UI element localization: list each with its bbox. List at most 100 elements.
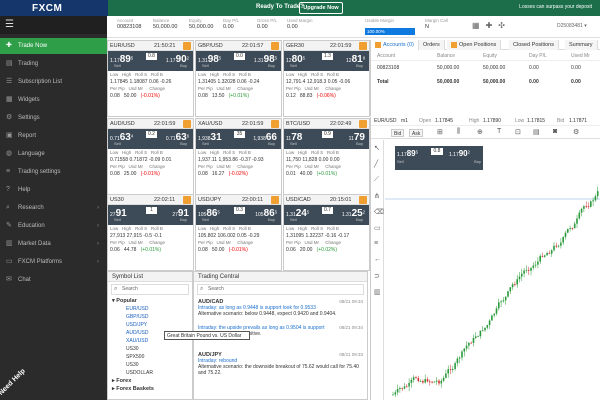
hamburger-icon[interactable]: ☰ bbox=[5, 19, 14, 30]
symbol-list-item[interactable]: USD/JPY bbox=[108, 321, 192, 329]
settings-icon[interactable]: ⚙ bbox=[573, 128, 579, 136]
tab-closed-positions[interactable]: Closed Positions bbox=[509, 40, 559, 50]
indicator-icon[interactable]: ⊕ bbox=[477, 128, 483, 136]
sidebar-item-fxcm-platforms[interactable]: ▭ FXCM Platforms › bbox=[0, 254, 107, 270]
tc-item[interactable]: AUD/JPY 08/21 09:33 Intraday: rebound Al… bbox=[198, 352, 363, 376]
tile-menu-icon[interactable] bbox=[183, 42, 191, 50]
sidebar-item-trading-settings[interactable]: ≡ Trading settings bbox=[0, 164, 107, 180]
table-row[interactable]: 00823108 50,000.00 50,000.00 0.00 0.00 bbox=[371, 63, 600, 73]
sell-button[interactable]: Sell bbox=[114, 217, 121, 222]
symbol-list-item[interactable]: SPX500 bbox=[108, 353, 192, 361]
sell-button[interactable]: Sell bbox=[202, 63, 209, 68]
add-icon[interactable]: ✚ bbox=[486, 21, 499, 30]
tile-symbol[interactable]: XAU/USD bbox=[198, 121, 222, 127]
symbol-list-item[interactable]: US30 bbox=[108, 345, 192, 353]
sell-button[interactable]: Sell bbox=[290, 63, 297, 68]
measure-icon[interactable]: ≡ bbox=[374, 240, 378, 247]
menu-toggle[interactable]: ☰ bbox=[0, 16, 107, 34]
template-icon[interactable]: ▤ bbox=[533, 128, 540, 136]
candlestick-chart[interactable] bbox=[385, 140, 600, 400]
tile-menu-icon[interactable] bbox=[183, 120, 191, 128]
trash-icon[interactable]: ▥ bbox=[374, 288, 381, 296]
tile-symbol[interactable]: US30 bbox=[110, 197, 124, 203]
candle-icon[interactable]: ⫼ bbox=[457, 128, 460, 136]
arrow-icon[interactable]: ← bbox=[374, 256, 381, 263]
tile-menu-icon[interactable] bbox=[183, 196, 191, 204]
tile-symbol[interactable]: EUR/USD bbox=[110, 43, 135, 49]
sidebar-item-widgets[interactable]: ▦ Widgets bbox=[0, 92, 107, 108]
eraser-icon[interactable]: ⌫ bbox=[374, 208, 384, 216]
symbol-list-item[interactable]: US30 bbox=[108, 361, 192, 369]
tile-symbol[interactable]: GBP/USD bbox=[198, 43, 223, 49]
sidebar-item-research[interactable]: ⌕ Research › bbox=[0, 200, 107, 216]
buy-button[interactable]: Buy bbox=[356, 63, 363, 68]
buy-button[interactable]: Buy bbox=[356, 217, 363, 222]
tile-symbol[interactable]: BTC/USD bbox=[286, 121, 310, 127]
chart-timeframe[interactable]: m1 bbox=[401, 117, 408, 126]
sell-button[interactable]: Sell bbox=[202, 217, 209, 222]
group-forex-baskets[interactable]: ▸ Forex Baskets bbox=[108, 385, 192, 393]
sell-button[interactable]: Sell bbox=[202, 141, 209, 146]
need-help-button[interactable]: Need Help bbox=[0, 362, 32, 397]
cursor-icon[interactable]: ↖ bbox=[374, 144, 380, 152]
tile-symbol[interactable]: USD/JPY bbox=[198, 197, 221, 203]
sidebar-item-education[interactable]: ✎ Education › bbox=[0, 218, 107, 234]
buy-button[interactable]: Buy bbox=[180, 141, 187, 146]
buy-button[interactable]: Buy bbox=[268, 217, 275, 222]
tc-item[interactable]: AUD/CAD 08/21 09:34 Intraday: as long as… bbox=[198, 299, 363, 317]
tab-summary[interactable]: Summary bbox=[565, 40, 598, 50]
chart-symbol[interactable]: EUR/USD bbox=[374, 117, 397, 126]
tile-menu-icon[interactable] bbox=[271, 196, 279, 204]
bid-button[interactable]: Bid bbox=[391, 129, 405, 137]
symbol-search-input[interactable]: ⌕ Search bbox=[111, 284, 189, 295]
line-icon[interactable]: ╱ bbox=[374, 160, 378, 168]
sell-button[interactable]: Sell bbox=[290, 217, 297, 222]
grid-icon[interactable]: ▦ bbox=[472, 21, 486, 30]
upgrade-now-button[interactable]: Upgrade Now bbox=[299, 2, 343, 14]
fork-icon[interactable]: ⋔ bbox=[374, 192, 380, 200]
sidebar-item-chat[interactable]: ✉ Chat bbox=[0, 272, 107, 288]
sidebar-item-help[interactable]: ? Help bbox=[0, 182, 107, 198]
sidebar-item-market-data[interactable]: ▥ Market Data › bbox=[0, 236, 107, 252]
tab-orders[interactable]: Orders bbox=[419, 40, 445, 50]
group-popular[interactable]: ▾ Popular bbox=[108, 297, 192, 305]
symbol-list-item[interactable]: EUR/USD bbox=[108, 305, 192, 313]
sidebar-item-settings[interactable]: ⚙ Settings bbox=[0, 110, 107, 126]
tile-menu-icon[interactable] bbox=[271, 42, 279, 50]
tile-menu-icon[interactable] bbox=[359, 120, 367, 128]
tab-accounts[interactable]: Accounts (0) bbox=[371, 40, 419, 50]
group-forex[interactable]: ▸ Forex bbox=[108, 377, 192, 385]
move-icon[interactable]: ✣ bbox=[498, 21, 511, 30]
magnet-icon[interactable]: ⊃ bbox=[374, 272, 380, 280]
buy-button[interactable]: Buy bbox=[180, 63, 187, 68]
bar-chart-icon[interactable]: ⊞ bbox=[437, 128, 443, 136]
ask-button[interactable]: Ask bbox=[409, 129, 424, 137]
account-dropdown[interactable]: D25083481 ▾ bbox=[557, 23, 587, 29]
buy-button[interactable]: Buy bbox=[180, 217, 187, 222]
trend-icon[interactable]: ⟋ bbox=[374, 176, 379, 184]
sidebar-item-trade-now[interactable]: ✚ Trade Now bbox=[0, 38, 107, 54]
lock-icon[interactable]: ⊡ bbox=[515, 128, 521, 136]
sell-button[interactable]: Sell bbox=[114, 63, 121, 68]
sell-button[interactable]: Sell bbox=[290, 141, 297, 146]
tile-menu-icon[interactable] bbox=[271, 120, 279, 128]
sidebar-item-report[interactable]: ▣ Report bbox=[0, 128, 107, 144]
symbol-list-item[interactable]: USDOLLAR bbox=[108, 369, 192, 377]
buy-button[interactable]: Buy bbox=[268, 141, 275, 146]
fxcm-logo[interactable]: FXCM bbox=[0, 0, 108, 16]
sidebar-item-language[interactable]: ◍ Language bbox=[0, 146, 107, 162]
text-tool-icon[interactable]: T bbox=[497, 128, 501, 135]
sidebar-item-subscription-list[interactable]: ☰ Subscription List bbox=[0, 74, 107, 90]
sell-button[interactable]: Sell bbox=[114, 141, 121, 146]
tile-symbol[interactable]: USD/CAD bbox=[286, 197, 311, 203]
buy-button[interactable]: Buy bbox=[268, 63, 275, 68]
symbol-list-item[interactable]: GBP/USD bbox=[108, 313, 192, 321]
tile-menu-icon[interactable] bbox=[359, 42, 367, 50]
tile-symbol[interactable]: AUD/USD bbox=[110, 121, 135, 127]
trading-central-search[interactable]: ⌕ Search bbox=[197, 284, 364, 295]
sidebar-item-trading[interactable]: ▤ Trading bbox=[0, 56, 107, 72]
tab-open-positions[interactable]: Open Positions bbox=[447, 40, 502, 50]
buy-button[interactable]: Buy bbox=[356, 141, 363, 146]
shape-icon[interactable]: ▭ bbox=[374, 224, 381, 232]
tile-symbol[interactable]: GER30 bbox=[286, 43, 304, 49]
